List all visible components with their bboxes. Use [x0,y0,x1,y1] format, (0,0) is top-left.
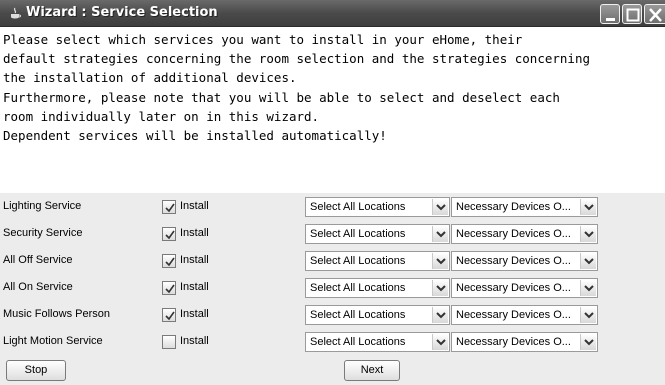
chevron-down-icon[interactable] [432,226,448,242]
install-label[interactable]: Install [180,227,209,239]
chevron-down-icon[interactable] [432,253,448,269]
service-name: Music Follows Person [3,308,110,320]
install-label[interactable]: Install [180,281,209,293]
maximize-button[interactable] [622,4,642,24]
devices-select-value: Necessary Devices O... [456,336,571,348]
service-name: All Off Service [3,254,73,266]
service-name: All On Service [3,281,73,293]
install-label[interactable]: Install [180,200,209,212]
intro-line: default strategies concerning the room s… [3,51,590,67]
stop-button[interactable]: Stop [6,360,66,381]
next-button[interactable]: Next [344,360,400,381]
devices-select[interactable]: Necessary Devices O... [451,332,598,352]
devices-select[interactable]: Necessary Devices O... [451,251,598,271]
devices-select[interactable]: Necessary Devices O... [451,305,598,325]
minimize-button[interactable] [600,4,620,24]
service-row: All Off Service Install Select All Locat… [0,247,665,274]
chevron-down-icon[interactable] [580,199,596,215]
java-cup-icon [9,6,21,20]
install-label[interactable]: Install [180,254,209,266]
chevron-down-icon[interactable] [580,253,596,269]
service-row: Music Follows Person Install Select All … [0,301,665,328]
service-name: Lighting Service [3,200,82,212]
location-select[interactable]: Select All Locations [305,332,450,352]
location-select[interactable]: Select All Locations [305,197,450,217]
devices-select-value: Necessary Devices O... [456,282,571,294]
service-row: All On Service Install Select All Locati… [0,274,665,301]
install-label[interactable]: Install [180,308,209,320]
location-select-value: Select All Locations [310,309,406,321]
service-name: Security Service [3,227,83,239]
chevron-down-icon[interactable] [432,280,448,296]
intro-line: Dependent services will be installed aut… [3,128,387,144]
install-checkbox[interactable] [162,227,176,241]
intro-line: the installation of additional devices. [3,70,297,86]
service-row: Lighting Service Install Select All Loca… [0,193,665,220]
chevron-down-icon[interactable] [432,199,448,215]
window-title: Wizard : Service Selection [26,5,218,20]
install-checkbox[interactable] [162,308,176,322]
chevron-down-icon[interactable] [432,334,448,350]
chevron-down-icon[interactable] [580,280,596,296]
close-button[interactable] [644,4,665,24]
location-select-value: Select All Locations [310,228,406,240]
title-bar[interactable]: Wizard : Service Selection [0,0,665,27]
intro-line: Furthermore, please note that you will b… [3,89,560,105]
devices-select[interactable]: Necessary Devices O... [451,197,598,217]
devices-select-value: Necessary Devices O... [456,255,571,267]
location-select[interactable]: Select All Locations [305,224,450,244]
install-label[interactable]: Install [180,335,209,347]
install-checkbox[interactable] [162,254,176,268]
service-name: Light Motion Service [3,335,103,347]
install-checkbox[interactable] [162,335,176,349]
service-row: Security Service Install Select All Loca… [0,220,665,247]
instructions-text: Please select which services you want to… [0,27,665,193]
devices-select-value: Necessary Devices O... [456,228,571,240]
devices-select-value: Necessary Devices O... [456,309,571,321]
install-checkbox[interactable] [162,281,176,295]
devices-select[interactable]: Necessary Devices O... [451,278,598,298]
chevron-down-icon[interactable] [432,307,448,323]
install-checkbox[interactable] [162,200,176,214]
location-select-value: Select All Locations [310,282,406,294]
location-select-value: Select All Locations [310,336,406,348]
location-select[interactable]: Select All Locations [305,251,450,271]
location-select-value: Select All Locations [310,201,406,213]
location-select-value: Select All Locations [310,255,406,267]
devices-select-value: Necessary Devices O... [456,201,571,213]
wizard-window: Wizard : Service Selection Please select… [0,0,665,385]
chevron-down-icon[interactable] [580,334,596,350]
intro-line: room individually later on in this wizar… [3,108,320,124]
location-select[interactable]: Select All Locations [305,278,450,298]
intro-line: Please select which services you want to… [3,32,523,47]
service-row: Light Motion Service Install Select All … [0,328,665,355]
chevron-down-icon[interactable] [580,307,596,323]
devices-select[interactable]: Necessary Devices O... [451,224,598,244]
location-select[interactable]: Select All Locations [305,305,450,325]
chevron-down-icon[interactable] [580,226,596,242]
